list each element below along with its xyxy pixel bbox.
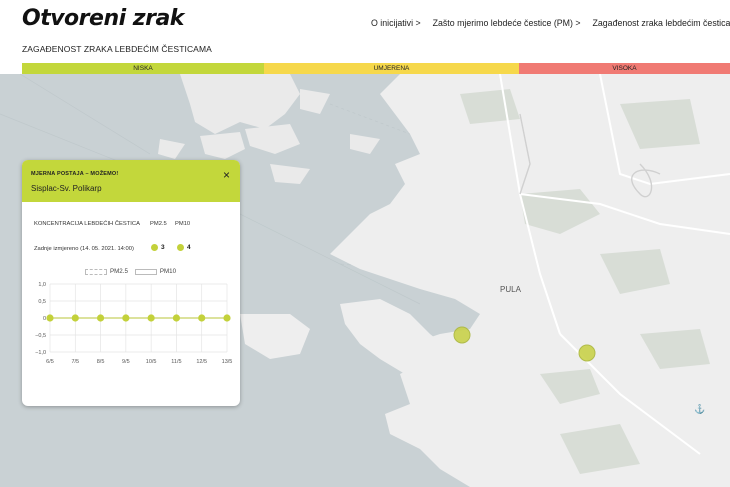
station-popup-header: MJERNA POSTAJA – MOŽEMO! Sisplac-Sv. Pol… — [22, 160, 240, 202]
nav-link-about[interactable]: O inicijativi > — [371, 18, 421, 28]
nav-link-pollution[interactable]: Zagađenost zraka lebdećim česticama — [593, 18, 730, 28]
legend-high: VISOKA — [519, 63, 730, 74]
legend-pm10-swatch[interactable] — [134, 268, 157, 275]
pm25-column-label: PM2.5 — [150, 221, 167, 227]
station-kicker: MJERNA POSTAJA – MOŽEMO! — [31, 171, 119, 177]
map-symbol-icon: ⚓ — [694, 403, 705, 414]
nav-link-why-measure[interactable]: Zašto mjerimo lebdeće čestice (PM) > — [433, 18, 581, 28]
app: Otvoreni zrak ZAGAĐENOST ZRAKA LEBDEĆIM … — [0, 0, 730, 487]
data-point — [122, 314, 130, 322]
legend-pm25-swatch[interactable] — [85, 268, 107, 275]
data-point — [96, 314, 105, 322]
x-tick-label: 9/5 — [122, 359, 130, 365]
y-tick-label: 0 — [43, 316, 46, 322]
data-point — [172, 314, 181, 322]
data-point — [71, 314, 79, 322]
x-tick-label: 11/5 — [171, 359, 181, 365]
x-tick-label: 8/5 — [97, 359, 105, 365]
legend-pm25-label[interactable]: PM2.5 — [110, 268, 128, 275]
page-subtitle: ZAGAĐENOST ZRAKA LEBDEĆIM ČESTICAMA — [22, 44, 212, 54]
legend-pm10-label[interactable]: PM10 — [160, 268, 176, 275]
station-marker[interactable] — [453, 326, 471, 344]
station-popup: MJERNA POSTAJA – MOŽEMO! Sisplac-Sv. Pol… — [22, 160, 240, 406]
top-nav: O inicijativi > Zašto mjerimo lebdeće če… — [371, 18, 730, 28]
pm10-column-label: PM10 — [175, 221, 191, 227]
station-name: Sisplac-Sv. Polikarp — [31, 184, 102, 193]
y-tick-label: 0,5 — [38, 299, 46, 305]
chart-legend: PM2.5 PM10 — [85, 268, 176, 275]
legend-medium: UMJERENA — [264, 63, 519, 74]
logo[interactable]: Otvoreni zrak — [22, 6, 184, 31]
pollution-level-legend: NISKA UMJERENA VISOKA — [22, 63, 730, 74]
y-tick-label: −1,0 — [35, 350, 46, 356]
header: Otvoreni zrak ZAGAĐENOST ZRAKA LEBDEĆIM … — [0, 0, 730, 62]
last-updated-label: Zadnje izmjereno (14. 05. 2021. 14:00) — [34, 246, 134, 252]
station-marker[interactable] — [578, 344, 596, 362]
city-label: PULA — [500, 285, 522, 294]
pm25-level-dot — [151, 244, 158, 251]
pm10-value: 4 — [187, 244, 191, 251]
close-icon[interactable]: × — [223, 169, 230, 181]
x-tick-label: 7/5 — [71, 359, 79, 365]
concentration-label: KONCENTRACIJA LEBDEĆIH ČESTICA — [34, 221, 140, 227]
x-tick-label: 6/5 — [46, 359, 54, 365]
y-tick-label: 1,0 — [38, 282, 46, 288]
data-point — [147, 314, 155, 322]
legend-low: NISKA — [22, 63, 264, 74]
data-point — [46, 314, 54, 322]
x-tick-label: 10/5 — [146, 359, 157, 365]
pm10-level-dot — [177, 244, 184, 251]
pm-chart: 1,0 0,5 0 −0,5 −1,06/5 7/5 8/5 9/5 10/5 11/5 12/5 1… — [35, 282, 233, 365]
y-tick-label: −0,5 — [35, 333, 46, 339]
x-tick-label: 12/5 — [196, 359, 207, 365]
pm25-value: 3 — [161, 244, 165, 251]
data-point — [198, 314, 206, 322]
x-tick-label: 13/5 — [222, 359, 233, 365]
data-point — [223, 314, 231, 322]
